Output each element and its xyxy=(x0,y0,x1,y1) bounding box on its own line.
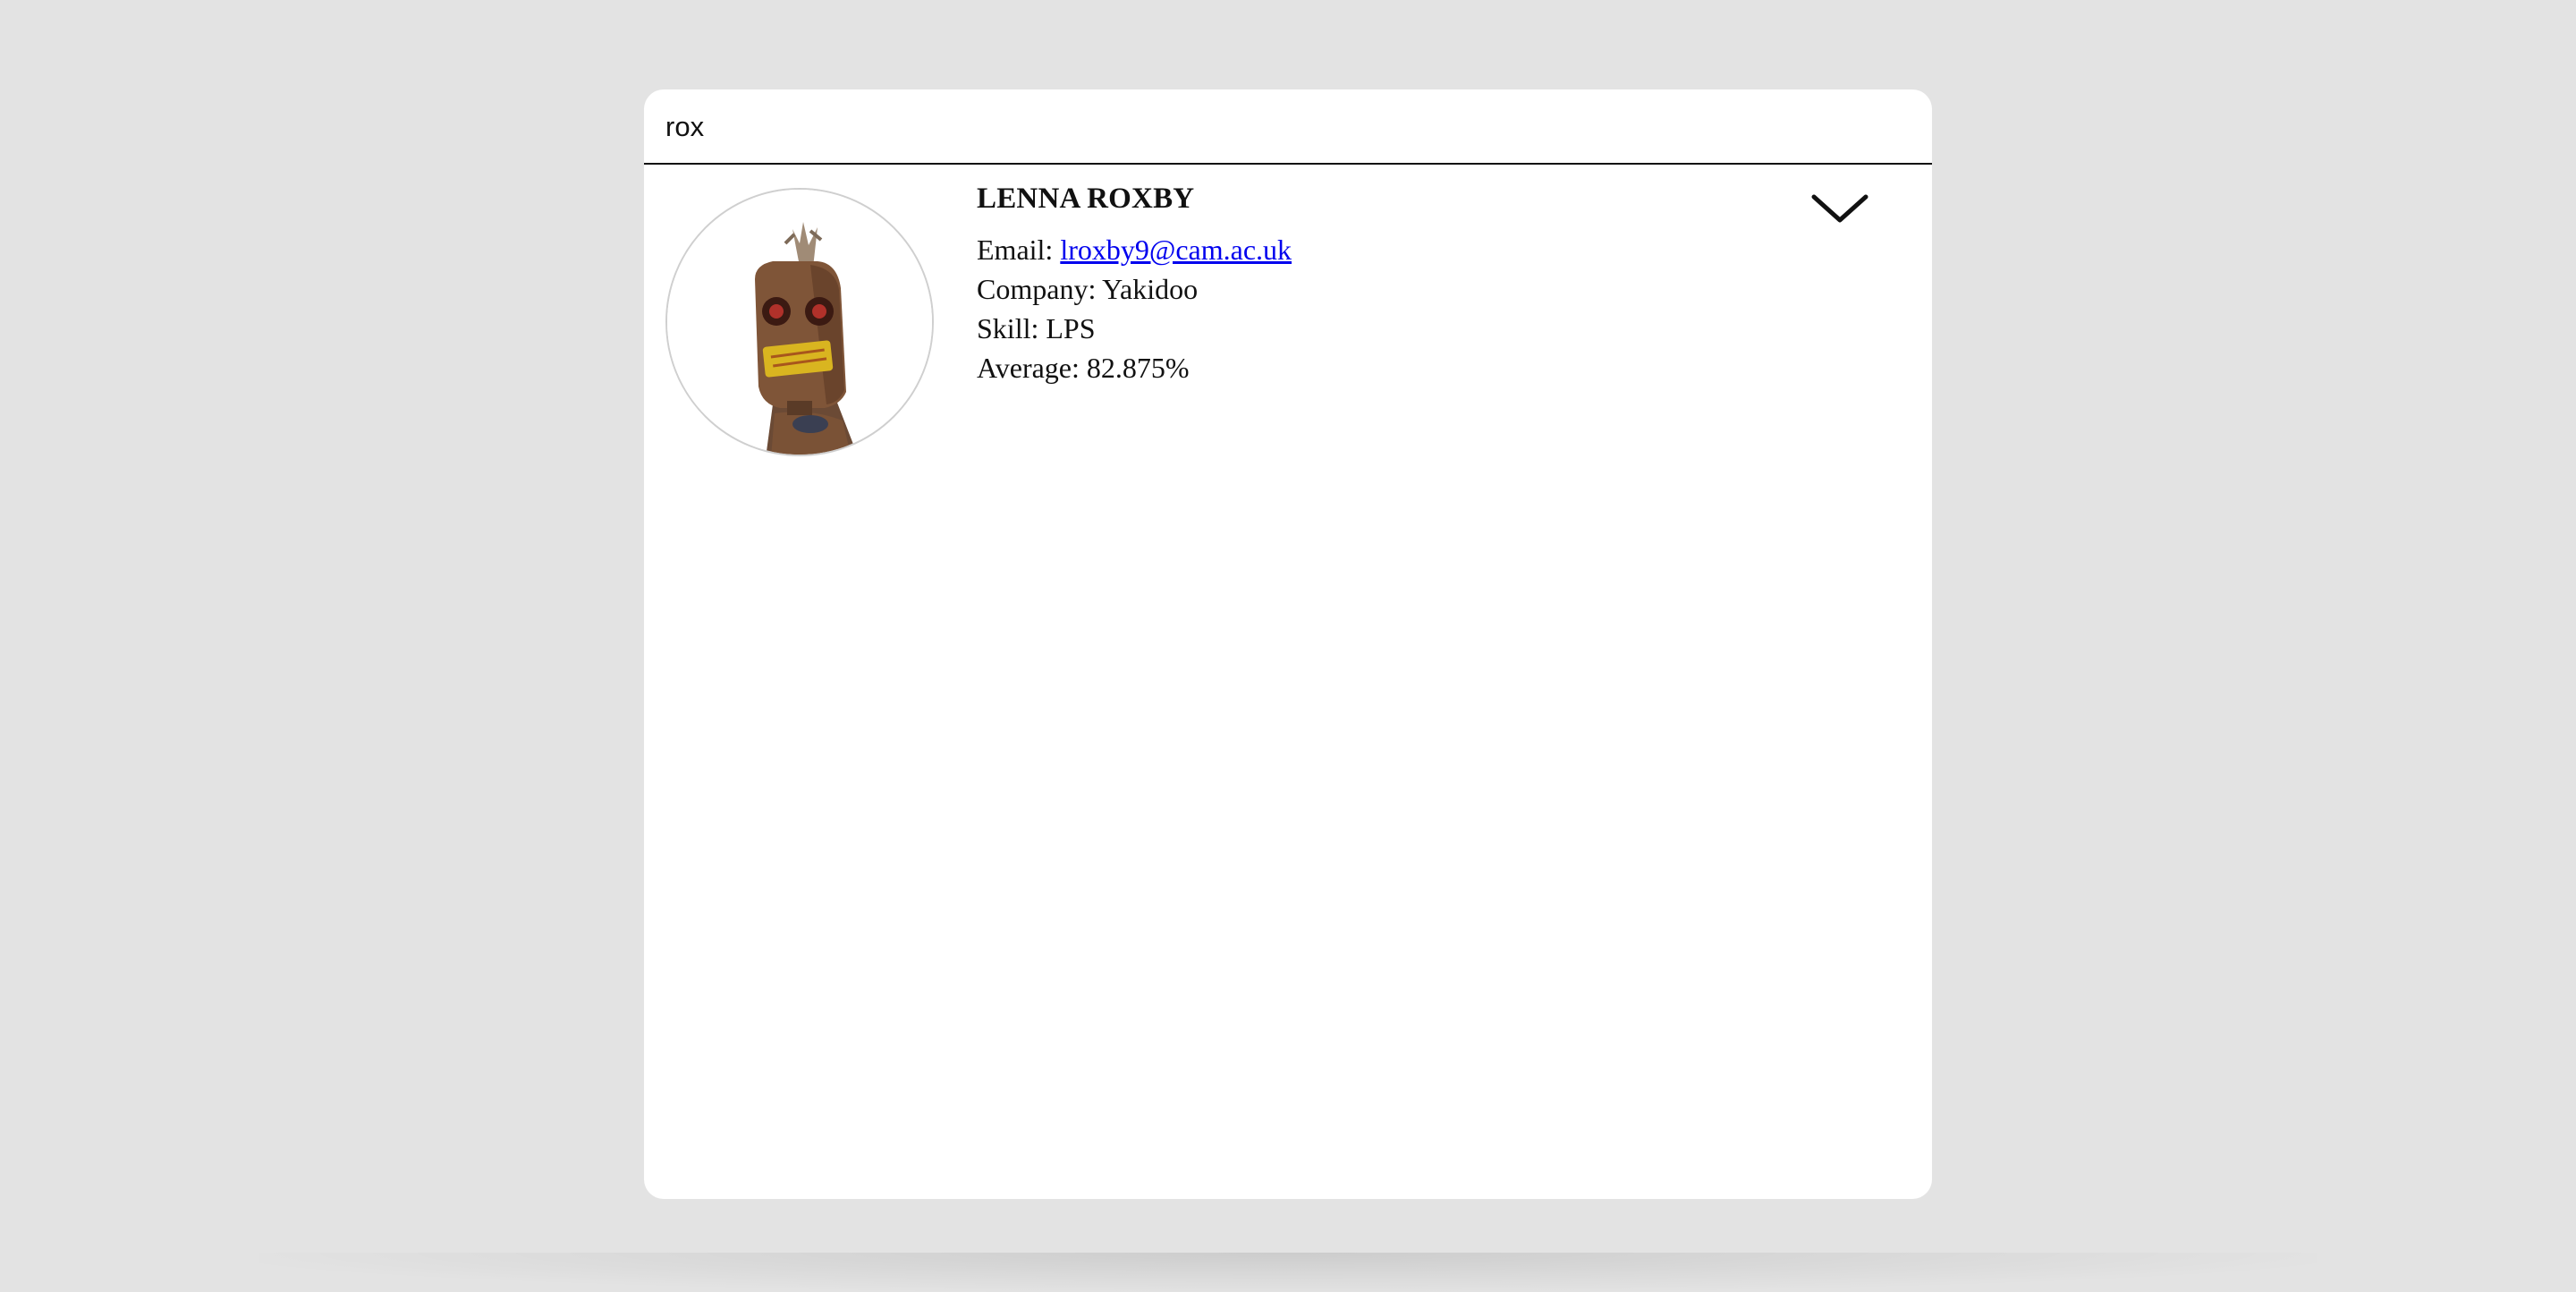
chevron-down-icon xyxy=(1811,194,1868,223)
page-shadow xyxy=(259,1253,2317,1292)
search-bar xyxy=(644,89,1932,165)
email-link[interactable]: lroxby9@cam.ac.uk xyxy=(1060,234,1292,266)
expand-toggle-button[interactable] xyxy=(1810,190,1869,229)
search-input[interactable] xyxy=(665,102,1900,152)
